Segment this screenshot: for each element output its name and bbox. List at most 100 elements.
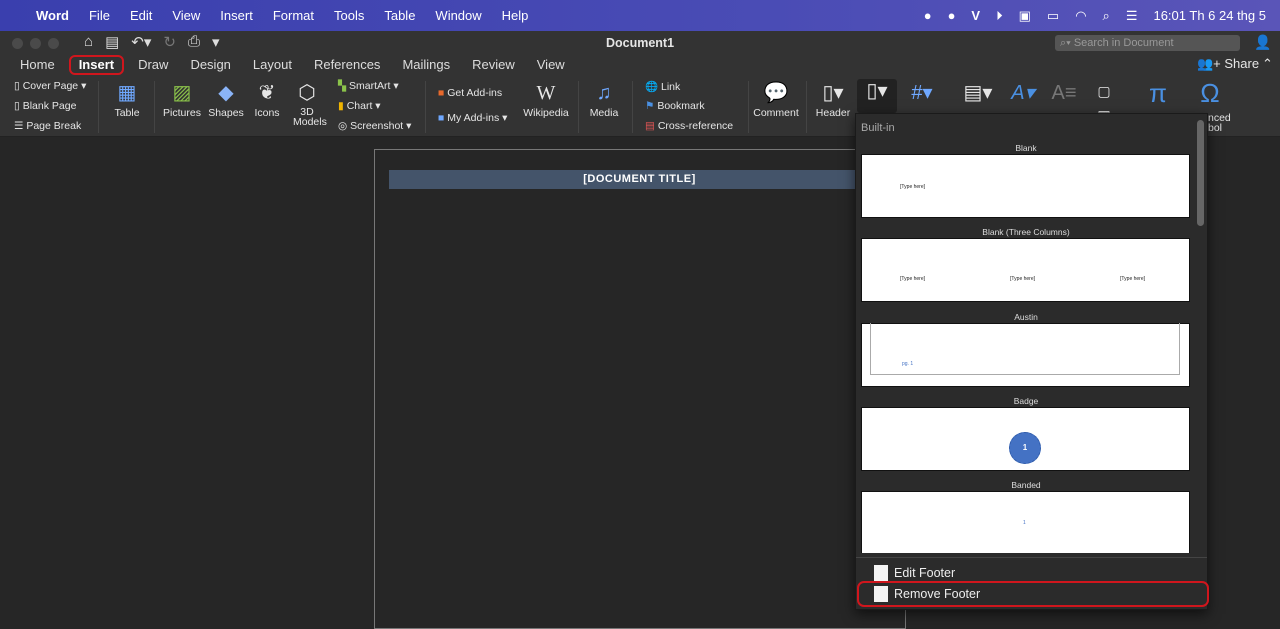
section-header: Built-in (861, 122, 895, 134)
blank-page-button[interactable]: ▯ Blank Page (14, 100, 76, 112)
omega-icon: Ω (1200, 78, 1220, 108)
menu-edit[interactable]: Edit (130, 8, 152, 23)
footer-option-blank-three-columns[interactable]: [Type here] [Type here] [Type here] (861, 238, 1190, 302)
tab-draw[interactable]: Draw (127, 55, 179, 75)
tab-home[interactable]: Home (0, 55, 66, 75)
shapes-icon: ◆ (218, 82, 234, 104)
tab-insert[interactable]: Insert (68, 55, 125, 75)
line-icon[interactable]: ● (924, 8, 932, 23)
tab-review[interactable]: Review (461, 55, 526, 75)
remove-footer-item[interactable]: Remove Footer (874, 586, 980, 602)
save-icon[interactable]: ▤ (105, 33, 119, 51)
footer-label-badge: Badge (1013, 396, 1039, 406)
document-page[interactable] (374, 149, 906, 629)
share-button[interactable]: 👥+ Share (1197, 56, 1259, 72)
customize-icon[interactable]: ▾ (212, 33, 220, 51)
tab-design[interactable]: Design (179, 55, 241, 75)
my-addins-button[interactable]: ■ My Add-ins ▾ (438, 112, 507, 124)
remove-footer-icon (874, 586, 888, 602)
wikipedia-icon: W (536, 82, 556, 104)
wikipedia-button[interactable]: W Wikipedia (522, 81, 570, 119)
menu-view[interactable]: View (172, 8, 200, 23)
footer-option-blank[interactable]: [Type here] (861, 154, 1190, 218)
menu-file[interactable]: File (89, 8, 110, 23)
footer-label-banded: Banded (1011, 480, 1041, 490)
tab-layout[interactable]: Layout (242, 55, 303, 75)
document-title-placeholder[interactable]: [DOCUMENT TITLE] (389, 170, 890, 189)
spotlight-icon[interactable]: ⌕ (1103, 8, 1110, 24)
icons-button[interactable]: ❦ Icons (252, 81, 282, 119)
footer-label-austin: Austin (1014, 312, 1038, 322)
menu-app[interactable]: Word (36, 8, 69, 23)
wifi-icon[interactable]: ◠ (1075, 8, 1086, 24)
window-controls[interactable] (12, 38, 66, 52)
header-icon: ▯▾ (822, 82, 844, 104)
account-icon[interactable]: 👤 (1254, 34, 1271, 51)
table-icon: ▦ (117, 82, 137, 104)
battery-icon[interactable]: ▭ (1047, 8, 1059, 24)
footer-option-badge[interactable]: 1 (861, 407, 1190, 471)
v-icon[interactable]: V (971, 8, 980, 23)
menu-window[interactable]: Window (435, 8, 481, 23)
menu-insert[interactable]: Insert (220, 8, 253, 23)
tab-references[interactable]: References (303, 55, 391, 75)
drop-cap-button[interactable]: A≡ (1046, 81, 1082, 107)
footer-label-blank: Blank (1015, 143, 1037, 153)
wordart-button[interactable]: A▾ (1005, 81, 1041, 107)
footer-gallery-dropdown: Built-in Blank [Type here] Blank (Three … (855, 113, 1209, 610)
comment-button[interactable]: 💬 Comment (753, 81, 799, 119)
scrollbar[interactable] (1197, 120, 1204, 226)
get-addins-button[interactable]: ■ Get Add-ins (438, 87, 502, 99)
undo-icon[interactable]: ↶▾ (131, 33, 151, 51)
equation-button[interactable]: π (1140, 78, 1176, 108)
link-button[interactable]: 🌐 Link (645, 80, 680, 93)
clock: 16:01 Th 6 24 thg 5 (1153, 8, 1266, 23)
3d-models-button[interactable]: ⬡ 3D Models (288, 81, 327, 127)
page-break-button[interactable]: ☰ Page Break (14, 120, 81, 132)
redo-icon[interactable]: ↻ (163, 33, 176, 51)
edit-footer-icon (874, 565, 888, 581)
smartart-button[interactable]: ▚ SmartArt ▾ (338, 80, 399, 92)
display-icon[interactable]: ▣ (1019, 8, 1031, 24)
shapes-button[interactable]: ◆ Shapes (207, 81, 245, 119)
footer-label-blank-three-columns: Blank (Three Columns) (982, 227, 1070, 237)
menu-help[interactable]: Help (502, 8, 529, 23)
tab-mailings[interactable]: Mailings (391, 55, 461, 75)
print-icon[interactable]: ⎙ (188, 33, 200, 51)
chart-button[interactable]: ▮ Chart ▾ (338, 100, 381, 112)
text-box-button[interactable]: ▤▾ (958, 81, 998, 107)
search-input[interactable]: ⌕▾ Search in Document (1055, 35, 1240, 51)
header-button[interactable]: ▯▾ Header (813, 81, 853, 119)
advanced-symbol-label: nced bol (1208, 112, 1231, 134)
advanced-symbol-button[interactable]: Ω (1192, 78, 1228, 108)
pictures-button[interactable]: ▨ Pictures (162, 81, 202, 119)
home-icon[interactable]: ⌂ (84, 33, 93, 51)
control-center-icon[interactable]: ☰ (1126, 8, 1138, 24)
collapse-ribbon-icon[interactable]: ⌃ (1262, 56, 1273, 72)
menu-tools[interactable]: Tools (334, 8, 364, 23)
icons-icon: ❦ (258, 82, 276, 104)
pi-icon: π (1149, 78, 1167, 108)
edit-footer-item[interactable]: Edit Footer (874, 565, 955, 581)
footer-option-banded[interactable]: 1 (861, 491, 1190, 553)
wordart-icon: A▾ (1011, 82, 1035, 104)
footer-button[interactable]: ▯▾ (857, 79, 897, 113)
ribbon-tabs: Home Insert Draw Design Layout Reference… (0, 55, 1280, 75)
cover-page-button[interactable]: ▯ Cover Page ▾ (14, 80, 86, 92)
media-button[interactable]: ♫ Media (586, 81, 622, 119)
share-label: Share (1224, 56, 1260, 71)
tab-view[interactable]: View (526, 55, 576, 75)
footer-icon: ▯▾ (866, 80, 888, 102)
viber-icon[interactable]: ● (948, 8, 956, 23)
screenshot-button[interactable]: ◎ Screenshot ▾ (338, 120, 411, 132)
picture-icon: ▨ (172, 82, 192, 104)
page-number-button[interactable]: #▾ (903, 81, 941, 107)
play-icon[interactable]: ⏵ (996, 8, 1003, 24)
text-box-icon: ▤▾ (963, 82, 993, 104)
table-button[interactable]: ▦ Table (108, 81, 146, 119)
menu-table[interactable]: Table (384, 8, 415, 23)
cross-reference-button[interactable]: ▤ Cross-reference (645, 120, 733, 132)
menu-format[interactable]: Format (273, 8, 314, 23)
footer-option-austin[interactable]: pg. 1 (861, 323, 1190, 387)
bookmark-button[interactable]: ⚑ Bookmark (645, 100, 705, 112)
